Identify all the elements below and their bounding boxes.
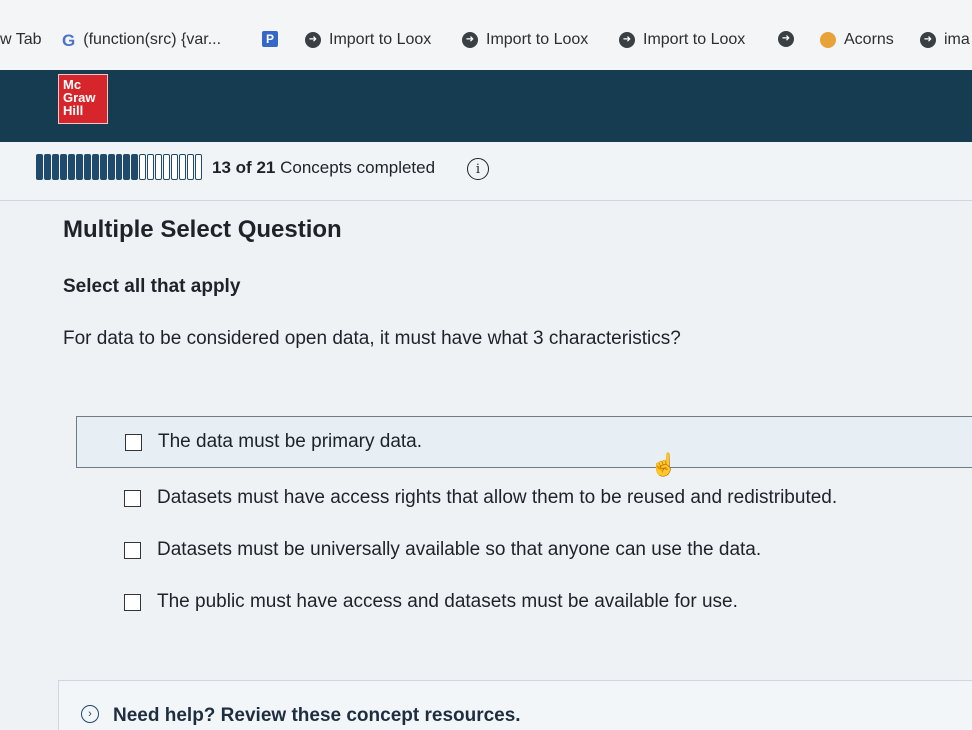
loox-icon: ➜ bbox=[305, 32, 321, 48]
bookmark-import-loox-1[interactable]: ➜ Import to Loox bbox=[305, 31, 431, 49]
question-prompt: For data to be considered open data, it … bbox=[63, 328, 681, 349]
progress-segment bbox=[171, 154, 179, 180]
bookmark-loox-4[interactable]: ➜ bbox=[778, 31, 794, 47]
checkbox[interactable] bbox=[124, 489, 141, 507]
progress-segment bbox=[91, 154, 99, 180]
mcgraw-hill-logo[interactable]: Mc Graw Hill bbox=[58, 74, 108, 124]
checkbox[interactable] bbox=[124, 541, 141, 559]
progress-segment bbox=[99, 154, 107, 180]
total-count: 21 bbox=[256, 158, 276, 177]
app-header: Mc Graw Hill bbox=[0, 70, 972, 142]
info-icon[interactable]: i bbox=[467, 158, 489, 180]
bookmark-p[interactable]: P bbox=[262, 31, 278, 47]
progress-segment bbox=[59, 154, 67, 180]
progress-segment bbox=[51, 154, 59, 180]
p-icon: P bbox=[262, 31, 278, 47]
progress-segment bbox=[155, 154, 163, 180]
bookmark-function[interactable]: G (function(src) {var... bbox=[62, 31, 221, 49]
progress-segment bbox=[187, 154, 195, 180]
loox-icon: ➜ bbox=[920, 32, 936, 48]
instruction-text: Select all that apply bbox=[63, 276, 241, 297]
progress-text: 13 of 21 Concepts completed bbox=[212, 158, 435, 178]
loox-icon: ➜ bbox=[619, 32, 635, 48]
loox-icon: ➜ bbox=[462, 32, 478, 48]
bookmark-import-loox-3[interactable]: ➜ Import to Loox bbox=[619, 31, 745, 49]
help-panel[interactable]: › Need help? Review these concept resour… bbox=[58, 680, 972, 730]
acorns-icon bbox=[820, 32, 836, 48]
bookmark-acorns[interactable]: Acorns bbox=[820, 31, 894, 49]
bookmark-label: Import to Loox bbox=[329, 31, 432, 48]
checkbox[interactable] bbox=[125, 433, 142, 451]
checkbox[interactable] bbox=[124, 593, 141, 611]
logo-line: Hill bbox=[63, 103, 84, 118]
option-label: Datasets must be universally available s… bbox=[157, 539, 762, 560]
progress-segment bbox=[107, 154, 115, 180]
option-label: Datasets must have access rights that al… bbox=[157, 487, 838, 508]
loox-icon: ➜ bbox=[778, 31, 794, 47]
bookmark-label: Import to Loox bbox=[486, 31, 589, 48]
help-link[interactable]: Need help? Review these concept resource… bbox=[113, 705, 521, 727]
progress-bar bbox=[36, 154, 203, 180]
progress-segment bbox=[83, 154, 91, 180]
option-label: The data must be primary data. bbox=[158, 431, 423, 452]
bookmark-label: Acorns bbox=[844, 31, 894, 48]
bookmark-tab[interactable]: w Tab bbox=[0, 31, 42, 49]
bookmark-ima[interactable]: ➜ ima bbox=[920, 31, 970, 49]
option-3[interactable]: Datasets must be universally available s… bbox=[76, 524, 972, 576]
bookmark-import-loox-2[interactable]: ➜ Import to Loox bbox=[462, 31, 588, 49]
progress-segment bbox=[139, 154, 147, 180]
option-1[interactable]: The data must be primary data. bbox=[76, 416, 972, 468]
google-g-icon: G bbox=[62, 30, 76, 50]
progress-segment bbox=[43, 154, 51, 180]
progress-segment bbox=[163, 154, 171, 180]
option-2[interactable]: Datasets must have access rights that al… bbox=[76, 472, 972, 524]
bookmark-label: ima bbox=[944, 31, 970, 48]
progress-suffix: Concepts completed bbox=[280, 158, 436, 177]
hand-cursor-icon: ☝ bbox=[650, 452, 678, 477]
option-4[interactable]: The public must have access and datasets… bbox=[76, 576, 972, 628]
progress-segment bbox=[131, 154, 139, 180]
progress-segment bbox=[179, 154, 187, 180]
progress-segment bbox=[67, 154, 75, 180]
option-label: The public must have access and datasets… bbox=[157, 591, 738, 612]
bookmarks-bar: w Tab G (function(src) {var... P ➜ Impor… bbox=[0, 0, 972, 71]
chevron-right-icon: › bbox=[81, 705, 99, 723]
bookmark-label: w Tab bbox=[0, 31, 42, 48]
progress-segment bbox=[115, 154, 123, 180]
progress-segment bbox=[75, 154, 83, 180]
bookmark-label: (function(src) {var... bbox=[83, 31, 222, 48]
of-label: of bbox=[235, 158, 252, 177]
progress-segment bbox=[36, 154, 43, 180]
bookmark-label: Import to Loox bbox=[643, 31, 746, 48]
progress-segment bbox=[147, 154, 155, 180]
progress-segment bbox=[195, 154, 203, 180]
question-type: Multiple Select Question bbox=[63, 216, 342, 243]
progress-segment bbox=[123, 154, 131, 180]
completed-count: 13 bbox=[212, 158, 231, 177]
